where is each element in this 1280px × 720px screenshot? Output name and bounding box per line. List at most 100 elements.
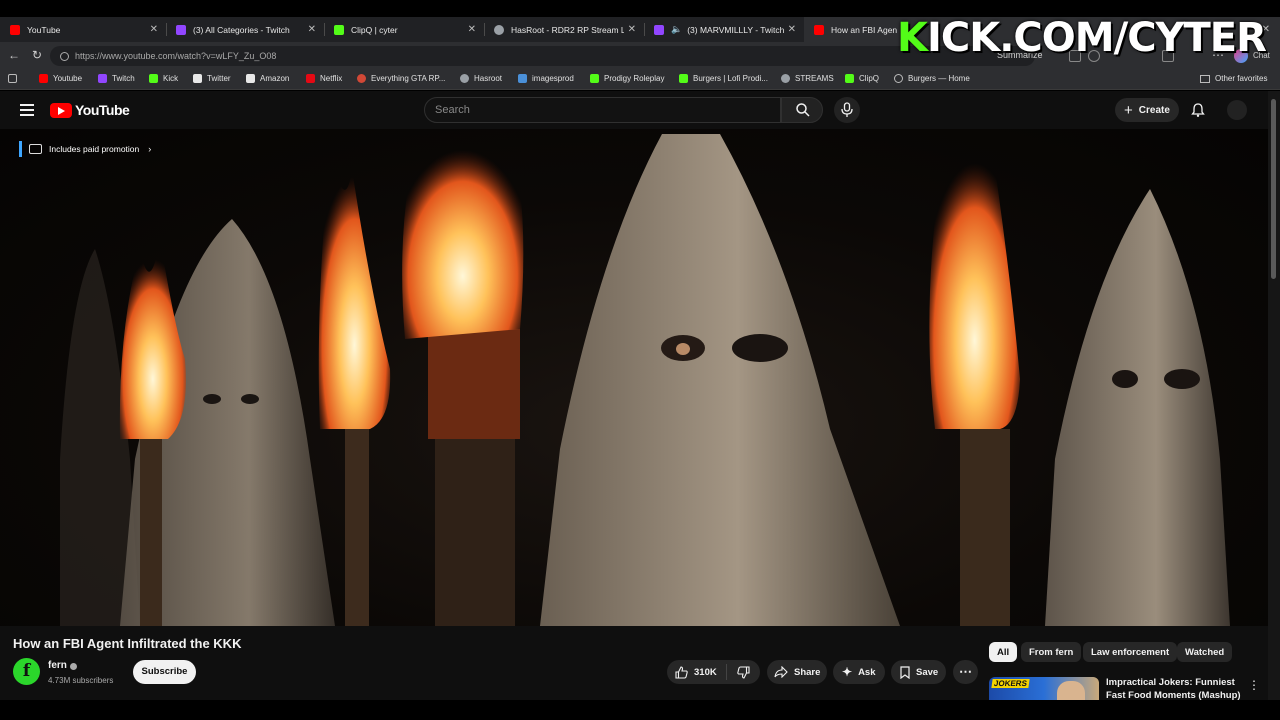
video-title: How an FBI Agent Infiltrated the KKK xyxy=(13,636,242,651)
paid-promotion-badge[interactable]: Includes paid promotion › xyxy=(19,141,151,157)
tab-hasroot[interactable]: HasRoot - RDR2 RP Stream List ✕ xyxy=(484,17,644,42)
bookmark-item[interactable]: Hasroot xyxy=(460,74,502,83)
plus-icon: + xyxy=(1124,101,1133,119)
channel-name[interactable]: fern xyxy=(48,660,67,671)
tab-title: ClipQ | cyter xyxy=(351,24,398,35)
bookmark-item[interactable]: Prodigy Roleplay xyxy=(590,74,664,83)
chevron-right-icon: › xyxy=(148,144,152,154)
clipq-icon xyxy=(845,74,854,83)
chip-all[interactable]: All xyxy=(989,642,1018,662)
bookmark-item[interactable]: Twitch xyxy=(98,74,135,83)
close-tab-icon[interactable]: ✕ xyxy=(788,24,796,35)
search-icon xyxy=(796,103,810,117)
bookmark-item[interactable]: Burgers — Home xyxy=(894,74,970,83)
more-actions-button[interactable]: ⋯ xyxy=(953,660,978,684)
muted-speaker-icon[interactable]: 🔈 xyxy=(671,24,682,35)
youtube-logo[interactable]: YouTube xyxy=(50,102,130,118)
create-button[interactable]: + Create xyxy=(1115,98,1179,122)
ask-button[interactable]: ✦ Ask xyxy=(833,660,885,684)
twitch-favicon-icon xyxy=(654,24,664,35)
kick-logo-letter: K xyxy=(897,15,928,61)
bookmark-item[interactable]: Amazon xyxy=(246,74,289,83)
verified-badge-icon xyxy=(70,663,77,670)
video-player[interactable]: Includes paid promotion › xyxy=(0,129,1268,626)
bookmark-item[interactable]: Netflix xyxy=(306,74,342,83)
more-horizontal-icon: ⋯ xyxy=(959,664,972,679)
tab-title: HasRoot - RDR2 RP Stream List xyxy=(511,24,624,35)
page-scrollbar[interactable] xyxy=(1268,91,1280,700)
more-vertical-icon[interactable]: ⋮ xyxy=(1248,678,1260,692)
twitch-favicon-icon xyxy=(176,24,186,35)
subscriber-count: 4.73M subscribers xyxy=(48,676,114,685)
close-tab-icon[interactable]: ✕ xyxy=(308,24,316,35)
hasroot-icon xyxy=(460,74,469,83)
share-button[interactable]: Share xyxy=(767,660,827,684)
notifications-bell-icon[interactable] xyxy=(1190,102,1206,118)
subscribe-button[interactable]: Subscribe xyxy=(133,660,196,684)
close-tab-icon[interactable]: ✕ xyxy=(150,24,158,35)
twitch-icon xyxy=(98,74,107,83)
channel-avatar[interactable]: f xyxy=(13,658,40,685)
like-button[interactable]: 310K xyxy=(667,664,727,680)
site-info-icon[interactable] xyxy=(60,51,69,61)
youtube-favicon-icon xyxy=(814,24,824,35)
other-favorites[interactable]: Other favorites xyxy=(1200,74,1267,83)
tab-twitch-marvmillly[interactable]: 🔈 (3) MARVMILLLY - Twitch ✕ xyxy=(644,17,804,42)
kick-channel-overlay: K ICK.COM/CYTER xyxy=(897,15,1267,61)
url-field[interactable]: https://www.youtube.com/watch?v=wLFY_Zu_… xyxy=(50,46,1035,66)
chip-watched[interactable]: Watched xyxy=(1177,642,1233,662)
youtube-favicon-icon xyxy=(10,24,20,35)
tab-twitch-categories[interactable]: (3) All Categories - Twitch ✕ xyxy=(166,17,324,42)
bookmark-item[interactable]: Everything GTA RP... xyxy=(357,74,445,83)
folder-icon xyxy=(1200,74,1210,83)
bookmark-item[interactable]: Youtube xyxy=(39,74,82,83)
bookmark-item[interactable]: imagesprod xyxy=(518,74,574,83)
like-count: 310K xyxy=(694,666,717,678)
save-button[interactable]: Save xyxy=(891,660,946,684)
dislike-button[interactable] xyxy=(727,665,759,679)
chip-law-enforcement[interactable]: Law enforcement xyxy=(1083,642,1178,662)
kick-channel-url: ICK.COM/CYTER xyxy=(927,15,1267,61)
tab-clipq[interactable]: ClipQ | cyter ✕ xyxy=(324,17,484,42)
netflix-icon xyxy=(306,74,315,83)
share-arrow-icon xyxy=(774,666,788,678)
like-dislike-group: 310K xyxy=(667,660,760,684)
bottom-edge xyxy=(0,700,1280,720)
x-twitter-icon xyxy=(193,74,202,83)
search-input[interactable]: Search xyxy=(424,97,781,123)
video-frame-image xyxy=(60,129,1230,626)
back-arrow-icon[interactable]: ← xyxy=(7,48,21,62)
close-tab-icon[interactable]: ✕ xyxy=(628,24,636,35)
youtube-icon xyxy=(39,74,48,83)
bookmark-item[interactable]: Burgers | Lofi Prodi... xyxy=(679,74,768,83)
reload-icon[interactable]: ↻ xyxy=(30,48,44,62)
reading-list-icon[interactable] xyxy=(8,74,22,83)
promotion-icon xyxy=(29,144,42,154)
tab-title: (3) MARVMILLLY - Twitch xyxy=(687,24,784,35)
streams-icon xyxy=(781,74,790,83)
voice-search-button[interactable] xyxy=(834,97,860,123)
bookmark-item[interactable]: ClipQ xyxy=(845,74,879,83)
bookmark-item[interactable]: Twitter xyxy=(193,74,231,83)
chip-from-fern[interactable]: From fern xyxy=(1021,642,1082,662)
bookmark-item[interactable]: STREAMS xyxy=(781,74,834,83)
youtube-masthead: YouTube Search + Create xyxy=(0,91,1268,129)
sparkle-icon: ✦ xyxy=(842,665,853,679)
prodigy-icon xyxy=(590,74,599,83)
bookmark-item[interactable]: Kick xyxy=(149,74,178,83)
url-text: https://www.youtube.com/watch?v=wLFY_Zu_… xyxy=(75,51,277,61)
menu-icon[interactable] xyxy=(20,104,34,116)
gta-rp-icon xyxy=(357,74,366,83)
amazon-icon xyxy=(246,74,255,83)
globe-icon xyxy=(894,74,903,83)
bookmark-icon xyxy=(900,665,910,679)
scrollbar-thumb[interactable] xyxy=(1271,99,1276,279)
account-avatar[interactable] xyxy=(1227,100,1247,120)
search-button[interactable] xyxy=(781,97,823,123)
thumbnail-tag: JOKERS xyxy=(991,679,1030,688)
thumbs-up-icon xyxy=(675,665,688,679)
tab-youtube[interactable]: YouTube ✕ xyxy=(0,17,166,42)
close-tab-icon[interactable]: ✕ xyxy=(468,24,476,35)
clipq-favicon-icon xyxy=(334,24,344,35)
tab-title: (3) All Categories - Twitch xyxy=(193,24,290,35)
